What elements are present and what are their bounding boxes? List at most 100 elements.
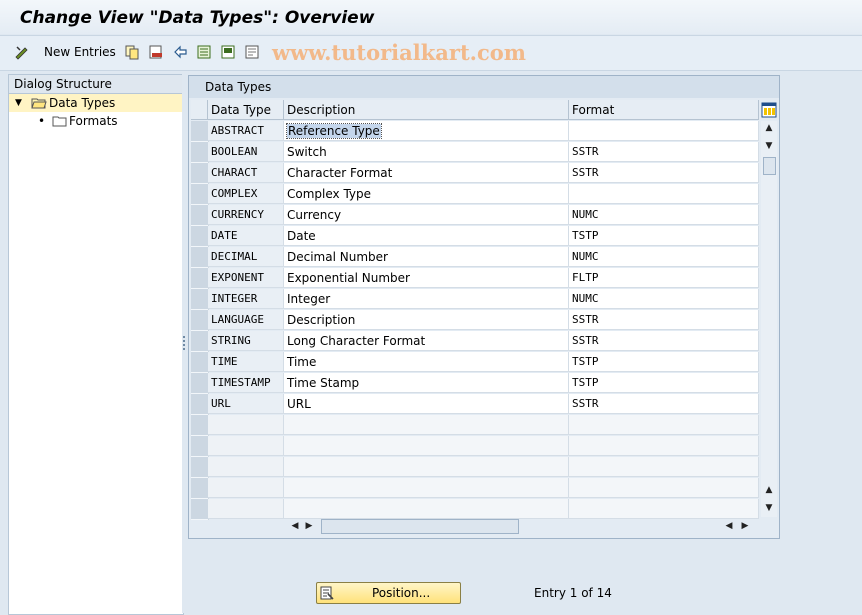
cell-format[interactable]: SSTR — [569, 310, 759, 330]
table-settings-icon[interactable] — [761, 102, 777, 118]
cell-format[interactable] — [569, 436, 759, 456]
cell-format[interactable]: TSTP — [569, 226, 759, 246]
row-selector[interactable] — [191, 226, 209, 247]
cell-format[interactable] — [569, 478, 759, 498]
deselect-all-icon[interactable] — [244, 44, 260, 60]
row-selector[interactable] — [191, 268, 209, 289]
expand-arrow-icon[interactable]: ▼ — [15, 94, 22, 112]
scroll-page-up-icon[interactable]: ▲ — [761, 483, 777, 497]
table-row[interactable] — [191, 499, 759, 520]
undo-icon[interactable] — [172, 44, 188, 60]
row-selector[interactable] — [191, 436, 209, 457]
cell-description[interactable] — [284, 478, 569, 498]
cell-format[interactable] — [569, 415, 759, 435]
cell-format[interactable]: SSTR — [569, 163, 759, 183]
table-row[interactable]: INTEGER Integer NUMC — [191, 289, 759, 310]
cell-description[interactable]: Long Character Format — [284, 331, 569, 351]
cell-description[interactable] — [284, 457, 569, 477]
select-block-icon[interactable] — [220, 44, 236, 60]
cell-description[interactable]: Time Stamp — [284, 373, 569, 393]
scroll-page-down-icon[interactable]: ▼ — [761, 501, 777, 515]
table-row[interactable]: CURRENCY Currency NUMC — [191, 205, 759, 226]
column-header-data-type[interactable]: Data Type — [208, 100, 284, 120]
cell-description[interactable]: Character Format — [284, 163, 569, 183]
cell-format[interactable] — [569, 184, 759, 204]
table-row[interactable]: DECIMAL Decimal Number NUMC — [191, 247, 759, 268]
row-selector[interactable] — [191, 310, 209, 331]
cell-format[interactable] — [569, 121, 759, 141]
cell-description[interactable]: Date — [284, 226, 569, 246]
table-row[interactable]: CHARACT Character Format SSTR — [191, 163, 759, 184]
new-entries-button[interactable]: New Entries — [44, 45, 116, 59]
scroll-up-icon[interactable]: ▲ — [761, 121, 777, 135]
tree-item-formats[interactable]: • Formats — [9, 112, 183, 130]
table-row[interactable]: BOOLEAN Switch SSTR — [191, 142, 759, 163]
cell-description[interactable]: Description — [284, 310, 569, 330]
row-selector[interactable] — [191, 289, 209, 310]
table-row[interactable]: LANGUAGE Description SSTR — [191, 310, 759, 331]
table-row[interactable] — [191, 436, 759, 457]
cell-format[interactable]: NUMC — [569, 247, 759, 267]
row-selector[interactable] — [191, 394, 209, 415]
cell-format[interactable]: SSTR — [569, 394, 759, 414]
cell-description[interactable]: Integer — [284, 289, 569, 309]
row-selector[interactable] — [191, 331, 209, 352]
cell-description[interactable] — [284, 499, 569, 519]
cell-format[interactable] — [569, 457, 759, 477]
select-all-icon[interactable] — [196, 44, 212, 60]
cell-description[interactable]: Complex Type — [284, 184, 569, 204]
vertical-scrollbar[interactable]: ▲ ▼ ▲ ▼ — [761, 121, 777, 517]
display-change-icon[interactable] — [14, 44, 30, 60]
table-row[interactable]: URL URL SSTR — [191, 394, 759, 415]
cell-format[interactable] — [569, 499, 759, 519]
cell-description[interactable]: Switch — [284, 142, 569, 162]
cell-format[interactable]: NUMC — [569, 289, 759, 309]
row-selector[interactable] — [191, 205, 209, 226]
cell-description[interactable] — [284, 436, 569, 456]
row-selector[interactable] — [191, 184, 209, 205]
position-button[interactable]: Position... — [316, 582, 461, 604]
table-row[interactable]: STRING Long Character Format SSTR — [191, 331, 759, 352]
cell-format[interactable]: TSTP — [569, 373, 759, 393]
column-header-format[interactable]: Format — [569, 100, 759, 120]
row-selector[interactable] — [191, 415, 209, 436]
cell-format[interactable]: TSTP — [569, 352, 759, 372]
row-selector[interactable] — [191, 121, 209, 142]
row-selector[interactable] — [191, 499, 209, 520]
row-selector[interactable] — [191, 247, 209, 268]
cell-format[interactable]: SSTR — [569, 142, 759, 162]
copy-icon[interactable] — [124, 44, 140, 60]
cell-description[interactable]: Decimal Number — [284, 247, 569, 267]
table-row[interactable]: TIME Time TSTP — [191, 352, 759, 373]
scroll-down-icon[interactable]: ▼ — [761, 139, 777, 153]
cell-description[interactable]: Exponential Number — [284, 268, 569, 288]
row-selector[interactable] — [191, 457, 209, 478]
column-header-description[interactable]: Description — [284, 100, 569, 120]
scroll-right-icon[interactable]: ▶ — [301, 519, 317, 533]
scroll-far-left-icon[interactable]: ◀ — [721, 519, 737, 533]
scroll-far-right-icon[interactable]: ▶ — [737, 519, 753, 533]
table-row[interactable]: DATE Date TSTP — [191, 226, 759, 247]
select-all-header[interactable] — [191, 100, 208, 120]
delete-icon[interactable] — [148, 44, 164, 60]
cell-description[interactable]: Reference Type — [284, 121, 569, 141]
cell-format[interactable]: SSTR — [569, 331, 759, 351]
table-row[interactable] — [191, 457, 759, 478]
horizontal-scroll-thumb[interactable] — [321, 519, 519, 534]
table-row[interactable]: COMPLEX Complex Type — [191, 184, 759, 205]
cell-format[interactable]: NUMC — [569, 205, 759, 225]
cell-description[interactable] — [284, 415, 569, 435]
table-row[interactable] — [191, 415, 759, 436]
table-row[interactable]: TIMESTAMP Time Stamp TSTP — [191, 373, 759, 394]
row-selector[interactable] — [191, 478, 209, 499]
horizontal-scrollbar[interactable]: ◀ ▶ ◀ ▶ — [287, 518, 757, 534]
cell-format[interactable]: FLTP — [569, 268, 759, 288]
table-row[interactable] — [191, 478, 759, 499]
table-row[interactable]: ABSTRACT Reference Type — [191, 121, 759, 142]
cell-description[interactable]: URL — [284, 394, 569, 414]
vertical-scroll-thumb[interactable] — [763, 157, 776, 175]
row-selector[interactable] — [191, 163, 209, 184]
row-selector[interactable] — [191, 352, 209, 373]
table-row[interactable]: EXPONENT Exponential Number FLTP — [191, 268, 759, 289]
row-selector[interactable] — [191, 142, 209, 163]
